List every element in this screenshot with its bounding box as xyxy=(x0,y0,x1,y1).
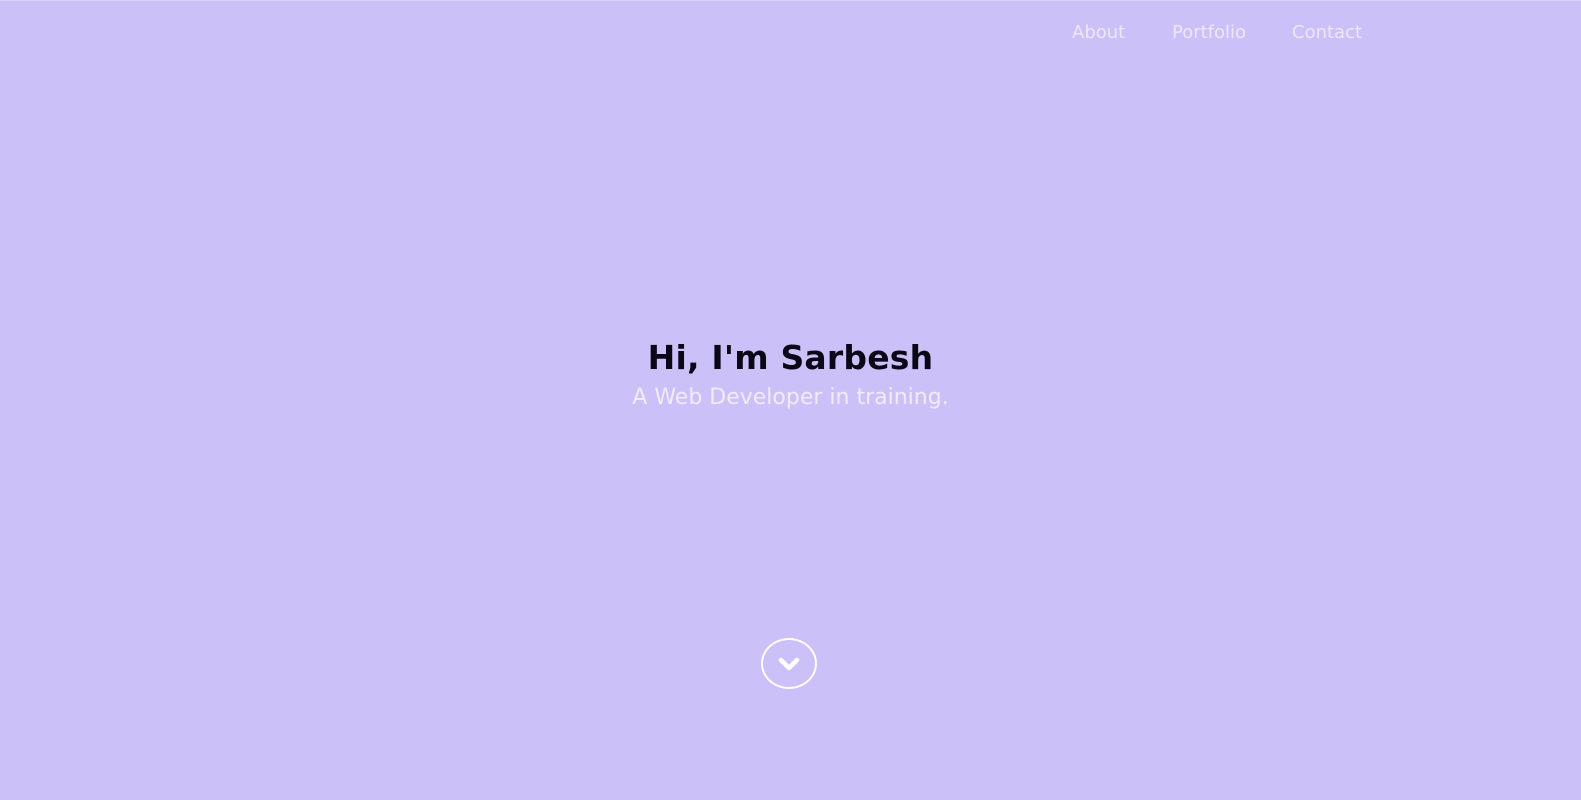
nav-link-portfolio[interactable]: Portfolio xyxy=(1172,22,1246,44)
top-border xyxy=(0,0,1581,1)
top-nav: About Portfolio Contact xyxy=(1060,22,1362,44)
hero-section: Hi, I'm Sarbesh A Web Developer in train… xyxy=(0,336,1581,413)
hero-subtitle: A Web Developer in training. xyxy=(632,385,949,410)
nav-link-about[interactable]: About xyxy=(1072,22,1125,44)
nav-link-contact[interactable]: Contact xyxy=(1292,22,1362,44)
hero-title: Hi, I'm Sarbesh xyxy=(647,338,934,377)
chevron-down-icon xyxy=(778,657,800,670)
scroll-down-button[interactable] xyxy=(761,638,817,689)
